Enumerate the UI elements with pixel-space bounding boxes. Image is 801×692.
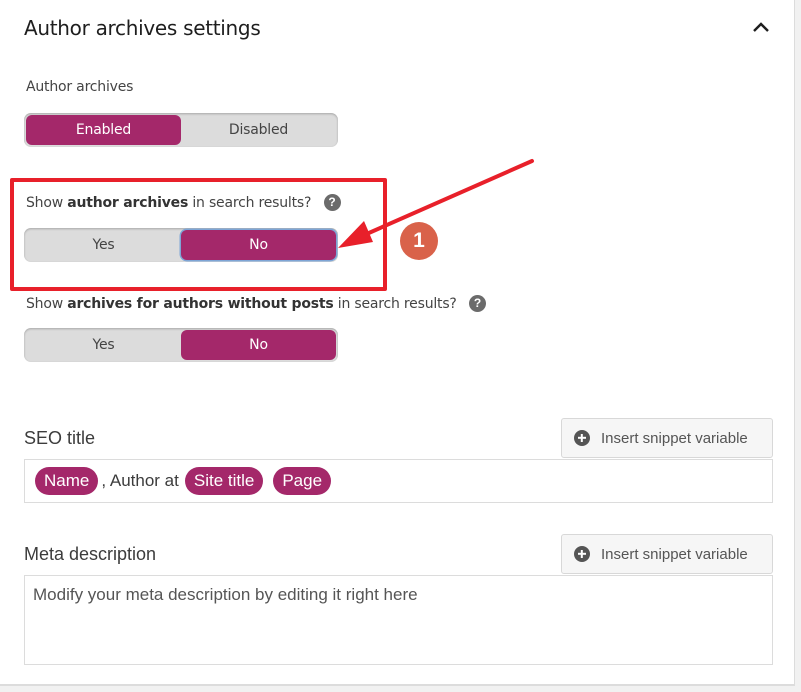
meta-description-insert-snippet-button[interactable]: Insert snippet variable — [561, 534, 773, 574]
snippet-pill-site-title[interactable]: Site title — [184, 467, 264, 495]
seo-title-input[interactable]: Name , Author at Site title Page — [24, 459, 773, 503]
author-archives-panel: Author archives settings Author archives… — [0, 0, 795, 686]
annotation-badge: 1 — [400, 222, 438, 260]
meta-description-input[interactable]: Modify your meta description by editing … — [24, 575, 773, 665]
snippet-pill-page[interactable]: Page — [273, 467, 332, 495]
show-without-posts-label: Show archives for authors without posts … — [26, 295, 486, 312]
label-prefix: Show — [26, 296, 68, 312]
show-without-posts-toggle: Yes No — [24, 328, 338, 362]
seo-title-label: SEO title — [24, 428, 96, 448]
snippet-pill-name[interactable]: Name — [35, 467, 99, 495]
author-archives-enabled-option[interactable]: Enabled — [26, 115, 181, 145]
show-without-posts-no-option[interactable]: No — [181, 330, 336, 360]
section-title: Author archives settings — [24, 16, 261, 40]
collapse-button[interactable] — [748, 16, 774, 38]
meta-description-label: Meta description — [24, 544, 157, 564]
show-without-posts-yes-option[interactable]: Yes — [26, 330, 181, 360]
help-icon[interactable]: ? — [468, 295, 486, 312]
insert-snippet-label: Insert snippet variable — [601, 545, 748, 563]
label-suffix: in search results? — [333, 296, 457, 312]
author-archives-label: Author archives — [26, 79, 134, 95]
seo-title-insert-snippet-button[interactable]: Insert snippet variable — [561, 418, 773, 458]
author-archives-disabled-option[interactable]: Disabled — [181, 115, 336, 145]
plus-circle-icon — [574, 546, 590, 562]
author-archives-toggle: Enabled Disabled — [24, 113, 338, 147]
label-bold: archives for authors without posts — [67, 296, 334, 312]
chevron-up-icon — [753, 22, 769, 32]
seo-title-text: , Author at — [101, 471, 179, 490]
plus-circle-icon — [574, 430, 590, 446]
annotation-highlight-box — [10, 178, 387, 291]
insert-snippet-label: Insert snippet variable — [601, 429, 748, 447]
